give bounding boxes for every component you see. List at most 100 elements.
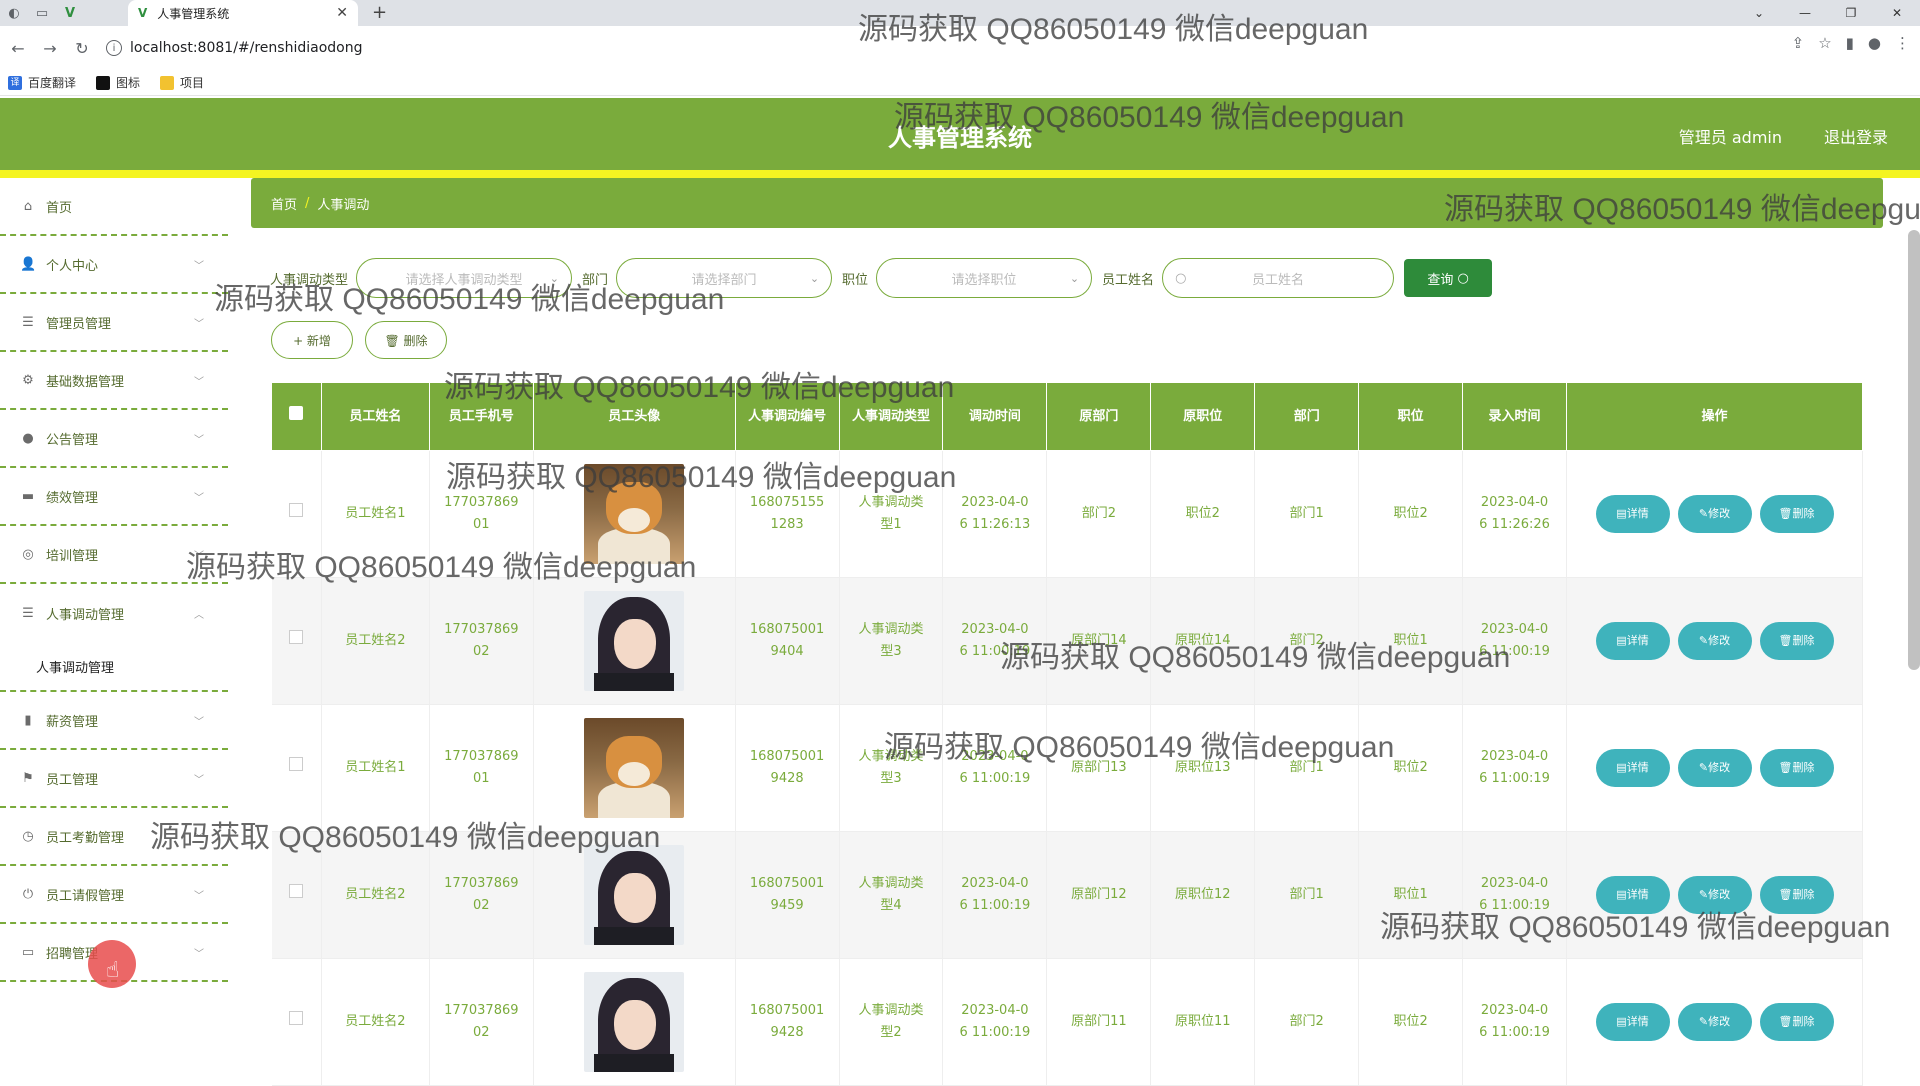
cell-avatar [533,704,736,832]
new-tab-icon[interactable]: + [372,2,387,23]
name-input[interactable]: ○ 员工姓名 [1162,258,1395,298]
close-tab-icon[interactable]: ✕ [336,5,348,21]
sidebar-item-attendance[interactable]: ◷ 员工考勤管理 ﹀ [0,808,228,866]
breadcrumb-home[interactable]: 首页 [271,194,297,213]
cell-phone: 17703786902 [429,577,534,705]
sidebar-item-training[interactable]: ◎ 培训管理 ﹀ [0,526,228,584]
add-button[interactable]: + 新增 [271,321,353,359]
extension-icon[interactable]: V [56,0,84,26]
vue-logo-icon: V [138,6,148,20]
chevron-down-icon: ﹀ [194,890,204,902]
col-type: 人事调动类型 [838,382,944,451]
cell-name: 员工姓名2 [321,958,430,1086]
tab-search-icon[interactable]: ⌄ [1736,0,1782,26]
chevron-down-icon: ﹀ [194,832,204,844]
pos-select[interactable]: 请选择职位 ⌄ [876,258,1093,298]
table-header-row: 员工姓名 员工手机号 员工头像 人事调动编号 人事调动类型 调动时间 原部门 原… [271,382,1863,451]
sidebar-subitem-transfer[interactable]: 人事调动管理 [0,642,228,692]
tab-group-icon[interactable]: ▭ [28,0,56,26]
sidebar-item-performance[interactable]: ▬ 绩效管理 ﹀ [0,468,228,526]
edit-button[interactable]: ✎ 修改 [1677,1003,1752,1041]
row-checkbox[interactable] [271,704,322,832]
col-number: 人事调动编号 [734,382,840,451]
menu-icon[interactable]: ⋮ [1895,34,1910,52]
edit-button[interactable]: ✎ 修改 [1677,622,1752,660]
query-button[interactable]: 查询 ○ [1404,259,1493,297]
star-icon[interactable]: ☆ [1818,34,1831,52]
edit-button[interactable]: ✎ 修改 [1677,749,1752,787]
delete-row-button[interactable]: 🗑 删除 [1759,1003,1834,1041]
logout-link[interactable]: 退出登录 [1824,124,1888,148]
info-icon[interactable]: i [106,40,122,56]
bookmark-translate[interactable]: 译百度翻译 [8,74,76,91]
cell-dept: 部门1 [1254,450,1360,578]
sidebar-item-salary[interactable]: ▮ 薪资管理 ﹀ [0,692,228,750]
sidebar-item-home[interactable]: ⌂ 首页 [0,178,228,236]
select-all-checkbox[interactable] [271,382,322,451]
col-ops: 操作 [1566,382,1863,451]
delete-row-button[interactable]: 🗑 删除 [1759,876,1834,914]
detail-button[interactable]: ▤ 详情 [1595,622,1670,660]
delete-row-button[interactable]: 🗑 删除 [1759,495,1834,533]
detail-button[interactable]: ▤ 详情 [1595,495,1670,533]
sidebar-item-transfer[interactable]: ☰ 人事调动管理 ︿ [0,584,228,642]
trash-icon: 🗑 [1778,634,1793,647]
url-field[interactable]: i localhost:8081/#/renshidiaodong [106,40,362,56]
sidebar-item-basedata[interactable]: ⚙ 基础数据管理 ﹀ [0,352,228,410]
col-name: 员工姓名 [320,382,430,451]
cell-no: 1680750019404 [735,577,840,705]
profile-icon[interactable]: ◐ [0,0,28,26]
bookmarks-bar: 译百度翻译 图标 项目 [0,70,1920,96]
row-checkbox[interactable] [271,577,322,705]
page-scrollbar[interactable] [1908,230,1920,670]
detail-button[interactable]: ▤ 详情 [1595,1003,1670,1041]
translate-icon: 译 [8,75,22,90]
delete-row-button[interactable]: 🗑 删除 [1759,622,1834,660]
browser-tab[interactable]: V 人事管理系统 ✕ [128,0,358,26]
dept-select[interactable]: 请选择部门 ⌄ [616,258,833,298]
sidebar-item-notices[interactable]: ● 公告管理 ﹀ [0,410,228,468]
type-select[interactable]: 请选择人事调动类型 ⌄ [356,258,573,298]
forward-icon[interactable]: → [36,34,64,62]
edit-button[interactable]: ✎ 修改 [1677,876,1752,914]
restore-icon[interactable]: ❐ [1828,0,1874,26]
delete-row-button[interactable]: 🗑 删除 [1759,749,1834,787]
sidebar-item-leave[interactable]: ⏻ 员工请假管理 ﹀ [0,866,228,924]
reload-icon[interactable]: ↻ [68,34,96,62]
bookmark-icons[interactable]: 图标 [96,74,140,91]
minimize-icon[interactable]: — [1782,0,1828,26]
name-label: 员工姓名 [1102,272,1155,288]
sidebar-item-profile[interactable]: 👤 个人中心 ﹀ [0,236,228,294]
cell-phone: 17703786901 [429,450,534,578]
col-time: 调动时间 [942,382,1048,451]
row-checkbox[interactable] [271,831,322,959]
detail-button[interactable]: ▤ 详情 [1595,749,1670,787]
sidebar-item-admins[interactable]: ☰ 管理员管理 ﹀ [0,294,228,352]
cell-old-pos: 原职位11 [1150,958,1256,1086]
sidepanel-icon[interactable]: ▮ [1846,34,1854,52]
list-icon: ☰ [22,314,34,330]
doc-icon: ▤ [1616,761,1627,774]
detail-button[interactable]: ▤ 详情 [1595,876,1670,914]
compass-icon: ◎ [22,546,34,562]
chevron-down-icon: ﹀ [194,774,204,786]
sidebar-item-employees[interactable]: ⚑ 员工管理 ﹀ [0,750,228,808]
back-icon[interactable]: ← [4,34,32,62]
delete-button[interactable]: 🗑 删除 [365,321,447,359]
cell-name: 员工姓名2 [321,577,430,705]
breadcrumb-current: 人事调动 [317,197,370,213]
share-icon[interactable]: ⇪ [1792,34,1805,52]
bookmark-project[interactable]: 项目 [160,74,204,91]
table-row: 员工姓名2 17703786902 1680750019428 人事调动类型2 2023… [271,958,1863,1086]
edit-button[interactable]: ✎ 修改 [1677,495,1752,533]
chat-icon: ▬ [21,488,35,504]
cell-created: 2023-04-06 11:00:19 [1462,958,1567,1086]
row-checkbox[interactable] [271,450,322,578]
cell-avatar [533,450,736,578]
close-window-icon[interactable]: ✕ [1874,0,1920,26]
row-checkbox[interactable] [271,958,322,1086]
cell-avatar [533,958,736,1086]
cell-old-dept: 原部门11 [1046,958,1152,1086]
account-icon[interactable]: ● [1868,34,1881,52]
cell-time: 2023-04-06 11:00:19 [942,704,1048,832]
